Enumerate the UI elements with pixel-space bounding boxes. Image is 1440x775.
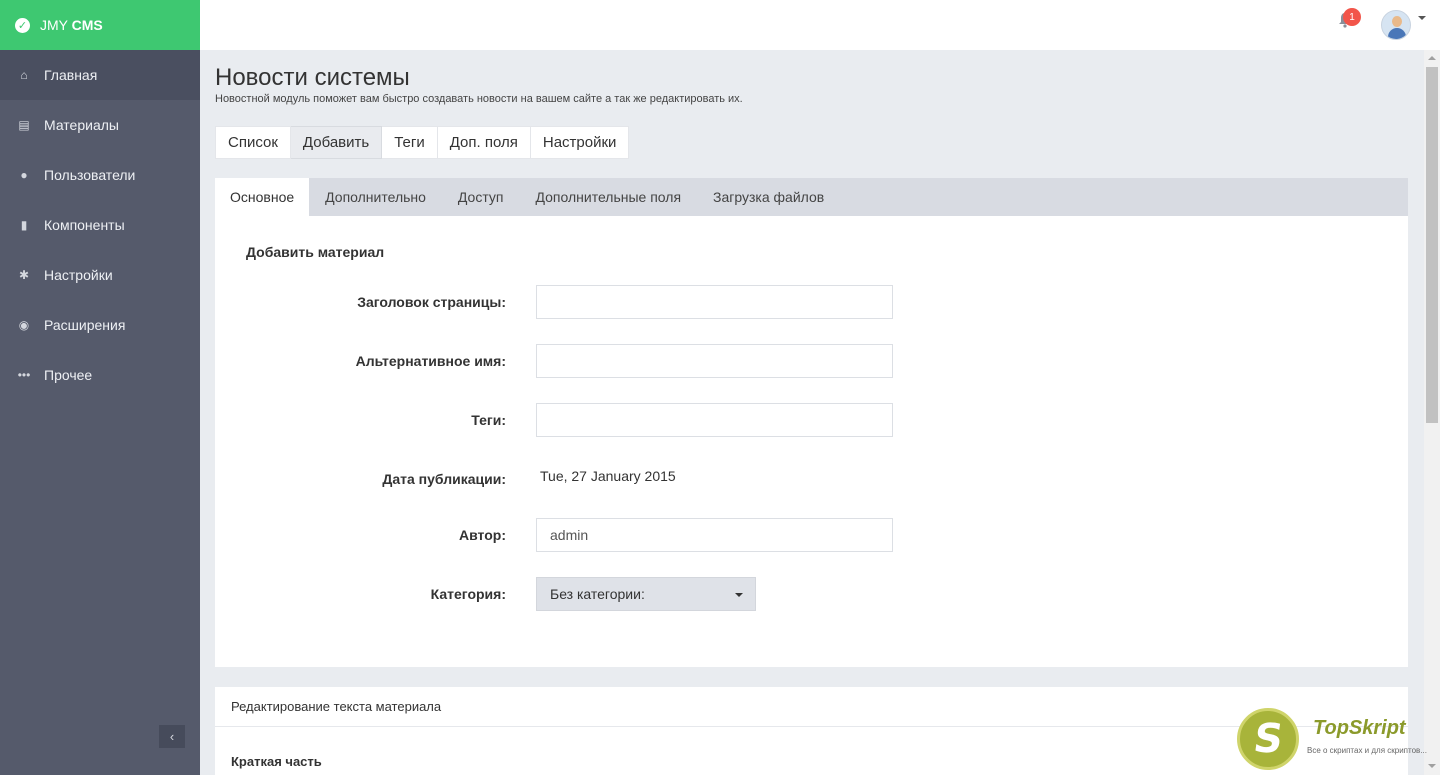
file-icon: ▮ <box>20 218 28 232</box>
tab-add[interactable]: Добавить <box>290 126 383 159</box>
tab-access[interactable]: Доступ <box>442 178 520 216</box>
topbar: 1 <box>200 0 1440 50</box>
tab-main[interactable]: Основное <box>215 178 310 216</box>
sidebar-item-label: Материалы <box>44 117 119 133</box>
sidebar-item-label: Прочее <box>44 367 93 383</box>
tab-additional[interactable]: Дополнительно <box>309 178 442 216</box>
alt-name-input[interactable] <box>536 344 893 378</box>
category-select[interactable]: Без категории: <box>536 577 756 611</box>
module-tabs: Список Добавить Теги Доп. поля Настройки <box>215 126 630 159</box>
form-title: Добавить материал <box>246 244 385 260</box>
brand-logo[interactable]: ✓ JMY CMS <box>0 0 200 50</box>
page-title-label: Заголовок страницы: <box>357 294 506 310</box>
sidebar: ✓ JMY CMS ⌂ Главная ▤ Материалы ● Пользо… <box>0 0 200 775</box>
tab-tags[interactable]: Теги <box>382 126 438 159</box>
watermark: S TopSkript Все о скриптах и для скрипто… <box>1237 706 1427 772</box>
scrollbar[interactable] <box>1424 50 1440 775</box>
sidebar-collapse-button[interactable]: ‹ <box>159 725 185 748</box>
sidebar-item-label: Пользователи <box>44 167 136 183</box>
page-title-input[interactable] <box>536 285 893 319</box>
sidebar-item-components[interactable]: ▮ Компоненты <box>0 200 200 250</box>
chevron-left-icon: ‹ <box>169 729 175 744</box>
sidebar-item-label: Настройки <box>44 267 113 283</box>
sidebar-item-extensions[interactable]: ◉ Расширения <box>0 300 200 350</box>
sidebar-item-users[interactable]: ● Пользователи <box>0 150 200 200</box>
avatar[interactable] <box>1381 10 1411 40</box>
tab-extra-fields[interactable]: Доп. поля <box>437 126 531 159</box>
watermark-title: TopSkript <box>1313 717 1406 739</box>
gear-icon: ✱ <box>18 268 30 282</box>
editor-panel: Редактирование текста материала Краткая … <box>215 687 1408 775</box>
editor-panel-heading: Редактирование текста материала <box>215 687 1408 727</box>
globe-icon: ◉ <box>18 318 30 332</box>
scroll-up-icon[interactable] <box>1428 56 1436 60</box>
category-select-value: Без категории: <box>550 586 645 602</box>
scroll-down-icon[interactable] <box>1428 764 1436 768</box>
materials-icon: ▤ <box>18 118 30 132</box>
short-part-label: Краткая часть <box>231 754 322 769</box>
form-tabs: Основное Дополнительно Доступ Дополнител… <box>215 178 1408 216</box>
scrollbar-thumb[interactable] <box>1426 67 1438 423</box>
tab-file-upload[interactable]: Загрузка файлов <box>697 178 840 216</box>
notification-badge: 1 <box>1343 8 1361 26</box>
tab-settings[interactable]: Настройки <box>530 126 630 159</box>
tab-list[interactable]: Список <box>215 126 291 159</box>
sidebar-item-other[interactable]: ••• Прочее <box>0 350 200 400</box>
brand-name: JMY CMS <box>40 17 103 33</box>
check-icon: ✓ <box>15 17 30 33</box>
more-icon: ••• <box>17 368 31 382</box>
tab-additional-fields[interactable]: Дополнительные поля <box>520 178 698 216</box>
sidebar-item-home[interactable]: ⌂ Главная <box>0 50 200 100</box>
author-label: Автор: <box>459 527 506 543</box>
alt-name-label: Альтернативное имя: <box>355 353 506 369</box>
pub-date-value[interactable]: Tue, 27 January 2015 <box>540 468 676 484</box>
tags-label: Теги: <box>471 412 506 428</box>
sidebar-item-label: Расширения <box>44 317 126 333</box>
pub-date-label: Дата публикации: <box>382 471 506 487</box>
tags-input[interactable] <box>536 403 893 437</box>
page-subtitle: Новостной модуль поможет вам быстро созд… <box>215 93 743 105</box>
sidebar-item-settings[interactable]: ✱ Настройки <box>0 250 200 300</box>
author-input[interactable] <box>536 518 893 552</box>
category-label: Категория: <box>430 586 506 602</box>
sidebar-item-label: Компоненты <box>44 217 125 233</box>
watermark-subtitle: Все о скриптах и для скриптов... <box>1307 746 1427 755</box>
chevron-down-icon[interactable] <box>1418 16 1426 20</box>
page-title: Новости системы <box>215 64 410 91</box>
watermark-logo: S <box>1237 708 1299 770</box>
user-icon: ● <box>20 168 28 182</box>
chevron-down-icon <box>735 593 743 597</box>
add-material-panel: Основное Дополнительно Доступ Дополнител… <box>215 178 1408 667</box>
sidebar-item-label: Главная <box>44 67 98 83</box>
home-icon: ⌂ <box>20 68 28 82</box>
sidebar-item-materials[interactable]: ▤ Материалы <box>0 100 200 150</box>
